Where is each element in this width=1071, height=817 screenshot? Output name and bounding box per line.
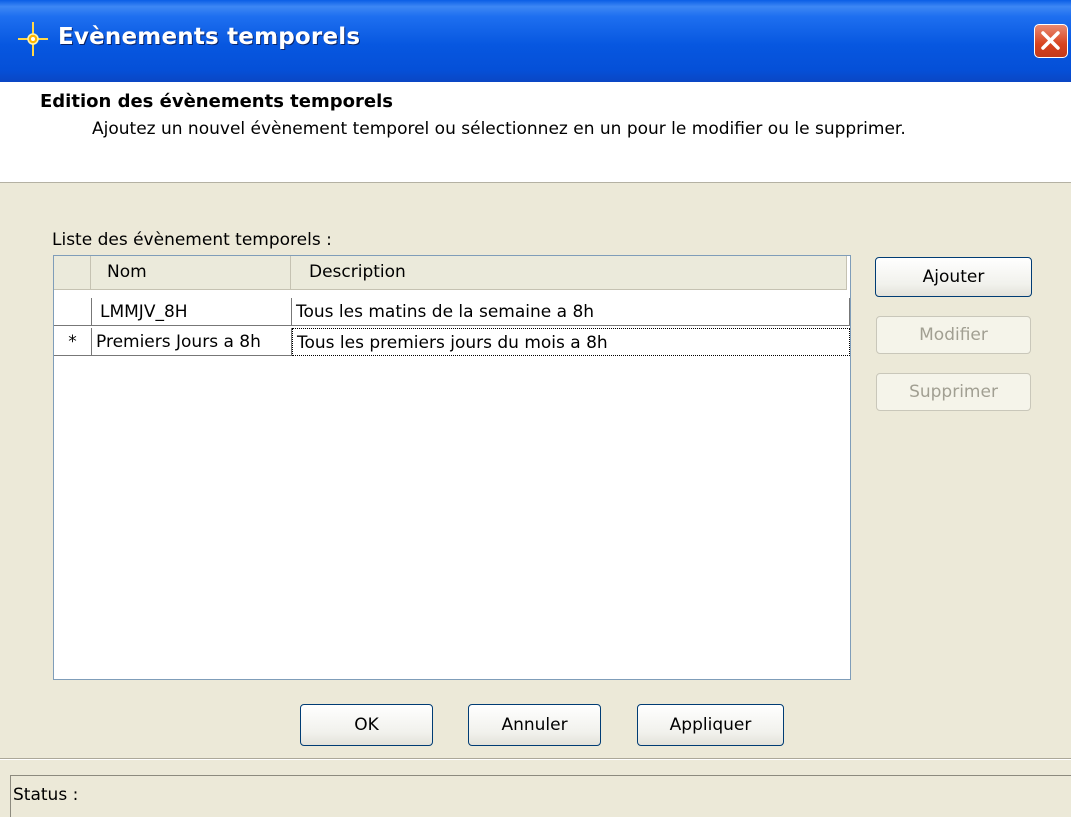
column-header-name[interactable]: Nom [91, 256, 291, 289]
events-table[interactable]: Nom Description LMMJV_8H Tous les matins… [53, 255, 851, 680]
list-label: Liste des évènement temporels : [52, 230, 332, 250]
row-description[interactable]: Tous les matins de la semaine a 8h [292, 298, 850, 326]
status-bar: Status : [10, 775, 1071, 817]
window-title: Evènements temporels [58, 24, 361, 50]
add-button[interactable]: Ajouter [875, 257, 1032, 297]
table-header: Nom Description [54, 256, 847, 290]
table-row[interactable]: * Premiers Jours a 8h Tous les premiers … [54, 328, 850, 356]
header-description: Ajoutez un nouvel évènement temporel ou … [92, 119, 906, 139]
header-panel: Edition des évènements temporels Ajoutez… [0, 82, 1071, 183]
apply-button[interactable]: Appliquer [637, 704, 784, 746]
bottom-separator [0, 758, 1071, 760]
row-description[interactable]: Tous les premiers jours du mois a 8h [292, 328, 850, 356]
delete-button[interactable]: Supprimer [876, 373, 1031, 411]
header-title: Edition des évènements temporels [40, 91, 393, 112]
status-label: Status : [13, 785, 79, 805]
row-marker[interactable]: * [54, 328, 92, 356]
title-bar[interactable]: Evènements temporels [0, 0, 1071, 82]
sparkle-icon [18, 22, 48, 56]
row-marker[interactable] [54, 298, 92, 326]
column-header-description[interactable]: Description [291, 256, 847, 289]
close-icon [1041, 31, 1060, 50]
modify-button[interactable]: Modifier [876, 316, 1031, 354]
cancel-button[interactable]: Annuler [468, 704, 601, 746]
row-name[interactable]: Premiers Jours a 8h [92, 328, 292, 356]
table-row[interactable]: LMMJV_8H Tous les matins de la semaine a… [54, 298, 850, 326]
row-name[interactable]: LMMJV_8H [92, 298, 292, 326]
column-header-marker[interactable] [54, 256, 91, 289]
close-button[interactable] [1034, 24, 1068, 58]
ok-button[interactable]: OK [300, 704, 433, 746]
